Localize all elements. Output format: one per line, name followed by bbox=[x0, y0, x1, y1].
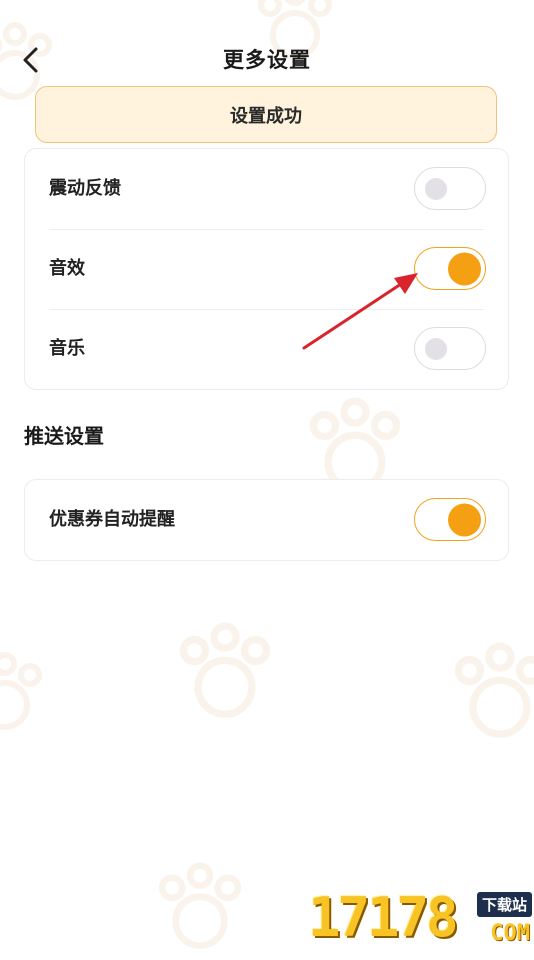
vibration-toggle[interactable] bbox=[414, 167, 486, 210]
site-watermark: 17178 下载站 COM bbox=[308, 884, 534, 950]
setting-row-sound-effects: 音效 bbox=[25, 229, 508, 309]
annotation-arrow-icon bbox=[302, 273, 418, 350]
top-bar: 更多设置 bbox=[0, 34, 534, 84]
watermark-number: 17178 bbox=[308, 886, 459, 949]
settings-card: 震动反馈 音效 音乐 bbox=[24, 148, 509, 390]
setting-row-vibration: 震动反馈 bbox=[25, 149, 508, 229]
setting-row-music: 音乐 bbox=[25, 309, 508, 389]
setting-row-coupon-reminder: 优惠券自动提醒 bbox=[25, 480, 508, 560]
toggle-knob bbox=[425, 177, 447, 200]
watermark-badge: 下载站 bbox=[476, 892, 532, 917]
push-card: 优惠券自动提醒 bbox=[24, 479, 509, 561]
music-label: 音乐 bbox=[49, 338, 85, 359]
toggle-knob bbox=[448, 503, 481, 536]
toast-text: 设置成功 bbox=[230, 105, 302, 127]
watermark-domain: COM bbox=[490, 921, 530, 946]
success-toast: 设置成功 bbox=[35, 86, 497, 143]
coupon-reminder-toggle[interactable] bbox=[414, 498, 486, 541]
sound-effects-label: 音效 bbox=[49, 258, 85, 279]
coupon-reminder-label: 优惠券自动提醒 bbox=[49, 509, 175, 530]
paw-pattern-icon bbox=[179, 622, 271, 718]
page-title: 更多设置 bbox=[223, 48, 311, 72]
push-section-title: 推送设置 bbox=[24, 424, 104, 448]
paw-pattern-icon bbox=[454, 642, 534, 738]
paw-pattern-icon bbox=[158, 862, 242, 949]
toggle-knob bbox=[448, 252, 481, 285]
toggle-knob bbox=[425, 337, 447, 360]
vibration-label: 震动反馈 bbox=[49, 178, 121, 199]
paw-pattern-icon bbox=[0, 652, 42, 730]
